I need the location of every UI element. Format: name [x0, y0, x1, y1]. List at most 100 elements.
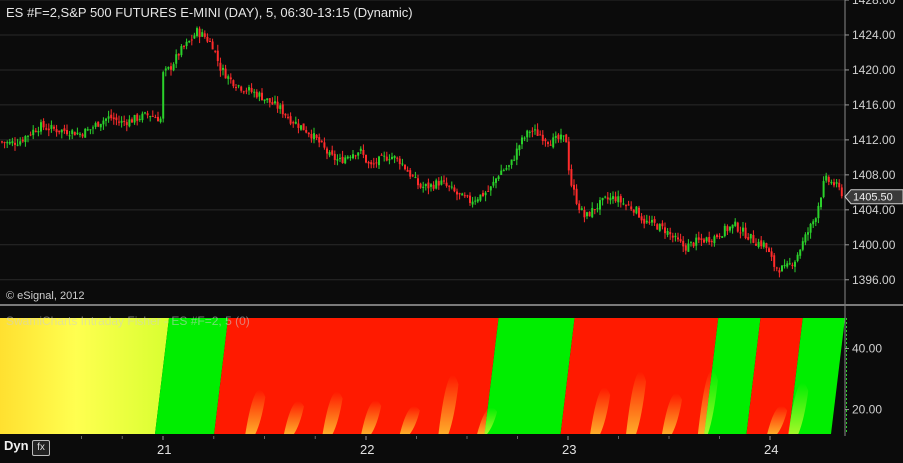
candle-body — [749, 233, 752, 239]
candle-body — [664, 227, 666, 234]
candle-body — [653, 219, 656, 223]
candle-body — [521, 137, 523, 145]
indicator-edge-dot — [846, 338, 847, 340]
candle-body — [840, 187, 843, 197]
candle-body — [510, 159, 513, 166]
candle-body — [63, 128, 66, 132]
candle-body — [344, 157, 347, 164]
candle-body — [674, 235, 677, 238]
candle-body — [718, 235, 721, 237]
candle-body — [500, 170, 503, 175]
candle-body — [710, 241, 713, 243]
indicator-tick-label: 40.00 — [852, 342, 882, 356]
candle-body — [539, 134, 542, 136]
candle-body — [599, 200, 601, 210]
candle-body — [372, 163, 375, 165]
dynamic-mode-button[interactable]: Dyn — [4, 438, 29, 453]
candle-body — [752, 235, 755, 243]
candle-body — [292, 122, 295, 124]
candle-body — [326, 148, 328, 154]
indicator-edge-dot — [846, 326, 847, 328]
candle-body — [435, 180, 438, 189]
candle-body — [716, 234, 718, 238]
candle-body — [21, 139, 24, 142]
candle-body — [656, 224, 659, 230]
candle-body — [781, 265, 783, 272]
candle-body — [632, 209, 635, 213]
candle-body — [211, 41, 214, 50]
candle-body — [796, 254, 799, 261]
candle-body — [573, 184, 575, 190]
candle-body — [788, 263, 791, 265]
candle-body — [489, 186, 492, 191]
candle-body — [708, 237, 711, 243]
candle-body — [37, 130, 40, 133]
candle-body — [66, 130, 68, 135]
indicator-edge-dot — [846, 358, 847, 360]
candle-body — [53, 126, 55, 129]
candle-body — [302, 123, 305, 131]
candle-body — [242, 91, 245, 93]
candle-body — [432, 184, 435, 189]
candle-body — [414, 176, 417, 178]
candle-body — [775, 267, 778, 269]
candle-body — [401, 163, 404, 165]
candle-body — [40, 122, 42, 132]
candle-body — [274, 101, 276, 104]
price-tick-label: 1400.00 — [852, 238, 896, 252]
candle-body — [396, 157, 399, 159]
candle-body — [773, 255, 776, 267]
indicator-tick-label: 20.00 — [852, 403, 882, 417]
candle-body — [3, 142, 6, 144]
candle-body — [479, 194, 482, 201]
candle-body — [526, 130, 529, 138]
candle-body — [760, 240, 763, 247]
candle-body — [203, 33, 206, 37]
candle-body — [84, 128, 87, 138]
candle-body — [172, 64, 175, 71]
candle-body — [170, 66, 172, 70]
candle-body — [138, 118, 141, 120]
candle-body — [690, 241, 692, 243]
candle-body — [487, 190, 490, 192]
indicator-edge-dot — [846, 406, 847, 408]
candle-body — [820, 197, 822, 208]
candle-body — [105, 118, 107, 121]
candle-body — [367, 162, 370, 164]
candle-body — [812, 221, 815, 225]
candle-body — [352, 154, 354, 159]
candle-body — [378, 156, 380, 166]
candle-body — [638, 207, 640, 218]
candle-body — [825, 175, 828, 181]
candle-body — [159, 118, 162, 123]
candle-body — [549, 144, 552, 146]
candle-body — [606, 197, 609, 200]
candle-body — [123, 120, 126, 122]
candle-body — [112, 117, 115, 120]
time-axis: 21 22 23 24 — [81, 436, 778, 457]
indicator-edge-dot — [846, 330, 847, 332]
candle-body — [406, 170, 409, 172]
candle-body — [552, 137, 555, 148]
candle-body — [81, 134, 84, 137]
candle-body — [736, 222, 739, 232]
candle-body — [133, 115, 136, 123]
price-tick-label: 1408.00 — [852, 168, 896, 182]
candle-body — [318, 137, 321, 143]
last-price-tag: 1405.50 — [844, 189, 903, 205]
candle-body — [544, 139, 547, 142]
heatmap-regime-yellow — [0, 318, 169, 434]
candle-body — [765, 243, 768, 249]
indicator-edge-dot — [846, 386, 847, 388]
candle-body — [336, 159, 339, 161]
formula-fx-icon[interactable]: fx — [32, 440, 50, 456]
candle-body — [16, 144, 19, 146]
candle-body — [531, 130, 534, 132]
candle-body — [583, 210, 586, 218]
candle-body — [799, 249, 802, 256]
candle-body — [578, 203, 581, 210]
indicator-edge-dot — [846, 322, 847, 324]
candle-body — [742, 227, 744, 232]
candle-body — [466, 195, 469, 197]
candle-body — [461, 193, 464, 196]
